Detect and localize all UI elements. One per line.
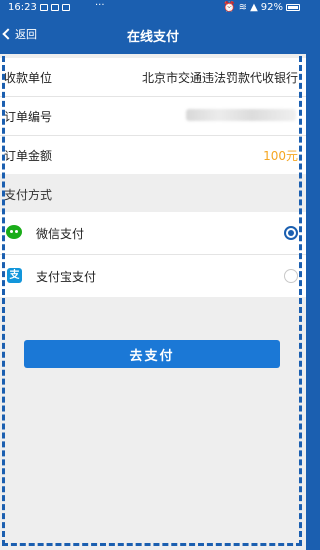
payment-method-title: 支付方式	[4, 188, 53, 202]
gallery-notification-icon	[40, 4, 48, 11]
message-notification-icon	[51, 4, 59, 11]
wifi-icon: ≋	[238, 2, 248, 13]
amount-value: 100元	[263, 149, 298, 163]
go-pay-button[interactable]: 去支付	[24, 340, 280, 368]
status-right: ⏰ ≋ ▲ 92%	[223, 2, 300, 13]
alipay-label: 支付宝支付	[36, 270, 97, 284]
order-number-label: 订单编号	[4, 110, 53, 124]
order-number-redacted	[186, 109, 296, 121]
alipay-icon: 支	[7, 268, 22, 283]
signal-icon: ▲	[250, 2, 258, 13]
app-bar: 返回 在线支付	[0, 16, 306, 54]
amount-row: 订单金额 100元	[0, 136, 306, 174]
wechat-label: 微信支付	[36, 227, 85, 241]
battery-icon	[286, 4, 300, 11]
payee-value: 北京市交通违法罚款代收银行	[141, 71, 298, 85]
content-area: 收款单位 北京市交通违法罚款代收银行 订单编号 订单金额 100元 支付方式 微…	[0, 54, 306, 550]
status-time: 16:23	[8, 2, 37, 13]
chat-notification-icon	[62, 4, 70, 11]
payment-option-alipay[interactable]: 支 支付宝支付	[0, 255, 306, 297]
order-number-row: 订单编号	[0, 97, 306, 135]
status-bar: 16:23 ··· ⏰ ≋ ▲ 92%	[0, 0, 306, 16]
wechat-radio[interactable]	[284, 226, 298, 240]
overflow-dots: ···	[95, 0, 105, 11]
payee-label: 收款单位	[4, 71, 53, 85]
payee-row: 收款单位 北京市交通违法罚款代收银行	[0, 58, 306, 96]
payment-option-wechat[interactable]: 微信支付	[0, 212, 306, 254]
page-title: 在线支付	[126, 30, 179, 45]
wechat-icon	[6, 225, 22, 239]
amount-label: 订单金额	[4, 149, 53, 163]
alipay-radio[interactable]	[284, 269, 298, 283]
battery-percent: 92%	[260, 2, 283, 13]
alarm-icon: ⏰	[223, 2, 236, 13]
notification-icons	[40, 4, 70, 11]
